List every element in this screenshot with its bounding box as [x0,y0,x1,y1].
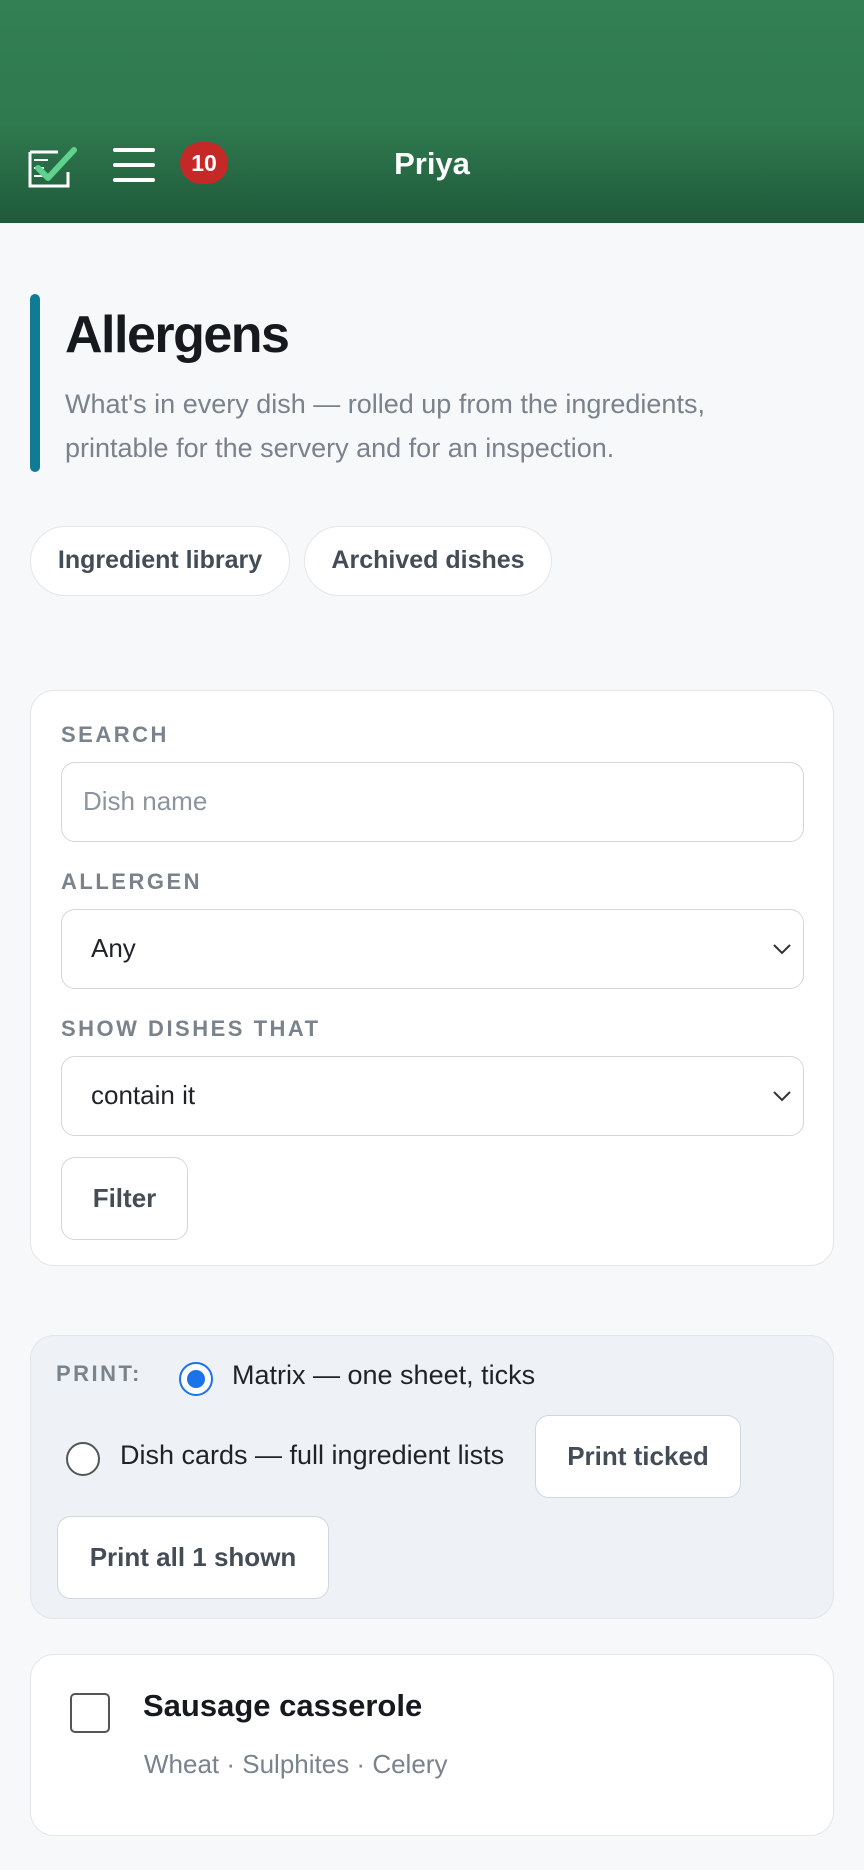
heading-accent-bar [30,294,40,472]
hamburger-menu-icon[interactable] [113,148,155,182]
allergen-select-value: Any [91,933,136,963]
allergen-select[interactable]: Any [61,909,804,989]
allergen-label: ALLERGEN [61,869,202,894]
filter-button[interactable]: Filter [61,1157,188,1240]
print-matrix-radio[interactable] [179,1362,213,1396]
archived-dishes-link[interactable]: Archived dishes [304,526,552,596]
print-all-button[interactable]: Print all 1 shown [57,1516,329,1599]
show-dishes-select[interactable]: contain it [61,1056,804,1136]
print-dish-cards-radio[interactable] [66,1442,100,1476]
search-input[interactable]: Dish name [61,762,804,842]
show-dishes-label: SHOW DISHES THAT [61,1016,321,1041]
ingredient-library-link[interactable]: Ingredient library [30,526,290,596]
page-title: Allergens [65,306,290,364]
page-subtitle: What's in every dish — rolled up from th… [65,389,705,463]
print-matrix-label[interactable]: Matrix — one sheet, ticks [232,1357,535,1393]
dish-checkbox[interactable] [70,1693,110,1733]
print-ticked-button[interactable]: Print ticked [535,1415,741,1498]
chevron-down-icon [773,1091,791,1102]
notification-badge[interactable]: 10 [180,142,228,184]
chevron-down-icon [773,944,791,955]
top-bar: 10 Priya [0,0,864,223]
dish-name[interactable]: Sausage casserole [143,1686,422,1726]
dish-allergens: Wheat · Sulphites · Celery [144,1749,448,1779]
dish-card [30,1654,834,1836]
search-label: SEARCH [61,722,169,747]
print-label: PRINT: [56,1361,142,1386]
show-dishes-select-value: contain it [91,1080,196,1110]
checklist-icon[interactable] [28,146,78,188]
user-name[interactable]: Priya [332,141,532,187]
print-dish-cards-label[interactable]: Dish cards — full ingredient lists [120,1437,504,1473]
